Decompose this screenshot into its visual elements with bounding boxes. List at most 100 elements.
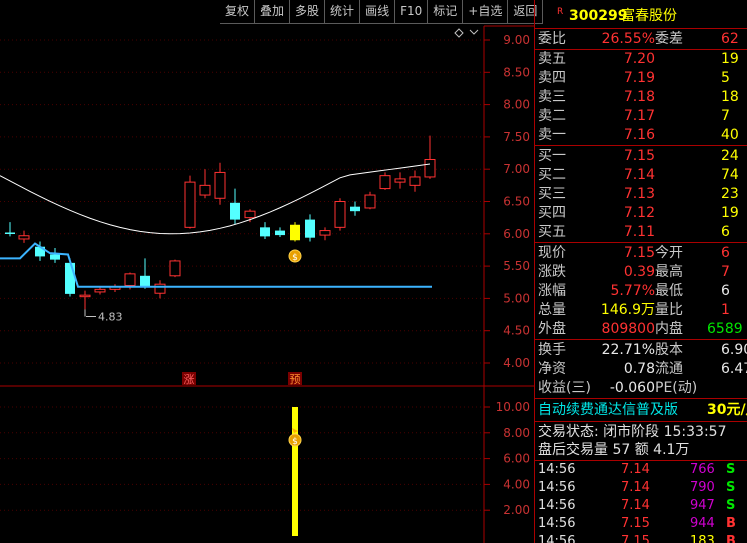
y-axis-label: 6.50 [503,195,530,209]
y-axis-label: 4.50 [503,324,530,338]
tick-time: 14:56 [538,462,576,477]
candle-body [244,210,256,219]
divider [535,398,747,399]
bid-label: 买四 [538,205,566,221]
bid-label: 买三 [538,186,566,202]
y-axis-label: 5.00 [503,291,530,305]
chart-toolbar: 复权 叠加 多股 统计 画线 F10 标记 +自选 返回 [220,0,544,24]
ask-row-4[interactable]: 卖四 7.19 5 [535,69,747,88]
bid-row-2[interactable]: 买二 7.14 74 [535,166,747,185]
stat-value: 1 [721,302,730,318]
stat-row: 收益(三) -0.060 PE(动) [535,379,747,398]
candle-body [65,262,75,294]
stat-value: 6589 [707,321,743,337]
after-hours-text: 盘后交易量 57 额 4.1万 [538,442,690,458]
diamond-icon [454,28,464,38]
tick-time: 14:56 [538,480,576,495]
weicha-value: 62 [721,31,739,47]
ask-volume: 7 [721,108,730,124]
stat-label: 流通 [655,361,683,377]
y-axis-label: 6.00 [503,452,530,466]
tick-row: 14:56 7.14 947 S [535,497,747,515]
bid-row-3[interactable]: 买三 7.13 23 [535,185,747,204]
candle-body [5,232,15,235]
signal-zhang-label: 涨 [184,373,195,386]
divider [535,242,747,243]
support-line [0,242,432,288]
stat-label: 现价 [538,245,566,261]
bid-volume: 24 [721,148,739,164]
y-axis-label: 8.50 [503,65,530,79]
bag-glyph: $ [292,437,298,447]
stat-value: 5.77% [610,283,655,299]
bid-row-4[interactable]: 买四 7.12 19 [535,204,747,223]
ask-label: 卖三 [538,89,566,105]
ask-price: 7.16 [623,127,655,143]
candle-body [184,181,196,228]
chevron-down-icon [469,29,479,35]
y-axis-label: 7.50 [503,130,530,144]
signal-yu-label: 预 [290,373,301,386]
bid-row-1[interactable]: 买一 7.15 24 [535,147,747,166]
y-axis-label: 6.00 [503,227,530,241]
tick-price: 7.15 [621,516,650,531]
ask-label: 卖一 [538,127,566,143]
draw-line-button[interactable]: 画线 [360,0,396,24]
bid-label: 买一 [538,148,566,164]
ask-row-5[interactable]: 卖五 7.20 19 [535,50,747,69]
stock-terminal-window: 9.00 8.50 8.00 7.50 7.00 6.50 6.00 5.50 5.00 4.50… [0,0,747,543]
kline-chart[interactable]: 9.00 8.50 8.00 7.50 7.00 6.50 6.00 5.50 5.00 4.50… [0,0,534,543]
stock-code: 300299 [569,8,628,24]
restore-rights-button[interactable]: 复权 [220,0,256,24]
bid-price: 7.11 [623,224,655,240]
candle-body [275,230,285,236]
stat-label: 总量 [538,302,566,318]
stat-value: -0.060 [609,380,655,396]
promo-banner[interactable]: 自动续费通达信普及版 30元/月 [535,401,747,421]
stat-label: 涨跌 [538,264,566,280]
stat-row: 现价 7.15 今开 6 [535,244,747,263]
stat-label: PE(动) [655,380,698,396]
stat-value: 7.15 [623,245,655,261]
weibi-value: 26.55% [601,31,655,47]
stat-value: 6.90 [721,342,747,358]
ask-price: 7.18 [623,89,655,105]
stat-value: 0.78 [623,361,655,377]
bid-row-5[interactable]: 买五 7.11 6 [535,223,747,242]
bid-volume: 6 [721,224,730,240]
tick-volume: 947 [690,498,715,513]
mark-button[interactable]: 标记 [428,0,464,24]
stat-label: 净资 [538,361,566,377]
stat-label: 内盘 [655,321,683,337]
weibi-row: 委比 26.55% 委差 62 [535,30,747,49]
candle-body [140,275,150,287]
stat-row: 涨跌 0.39 最高 7 [535,263,747,282]
candle-body [319,230,331,236]
stock-header: R 300299 富春股份 [535,5,747,27]
tick-direction: B [726,516,736,531]
stat-row: 外盘 809800 内盘 6589 [535,320,747,339]
multi-stock-button[interactable]: 多股 [290,0,326,24]
tick-price: 7.15 [621,534,650,543]
candle-body [50,254,60,260]
bid-label: 买二 [538,167,566,183]
stat-label: 涨幅 [538,283,566,299]
statistics-button[interactable]: 统计 [325,0,361,24]
divider [535,421,747,422]
tick-volume: 183 [690,534,715,543]
candle-body [350,206,360,212]
tick-price: 7.14 [621,462,650,477]
ask-row-3[interactable]: 卖三 7.18 18 [535,88,747,107]
overlay-button[interactable]: 叠加 [255,0,291,24]
ask-row-1[interactable]: 卖一 7.16 40 [535,126,747,145]
f10-button[interactable]: F10 [395,0,429,24]
y-axis-label: 5.50 [503,259,530,273]
y-axis-label: 7.00 [503,162,530,176]
tick-row: 14:56 7.15 183 B [535,533,747,543]
stat-row: 涨幅 5.77% 最低 6 [535,282,747,301]
ask-row-2[interactable]: 卖二 7.17 7 [535,107,747,126]
add-watchlist-button[interactable]: +自选 [463,0,509,24]
stat-value: 146.9万 [600,302,655,318]
tick-volume: 790 [690,480,715,495]
candle-body [230,202,240,220]
